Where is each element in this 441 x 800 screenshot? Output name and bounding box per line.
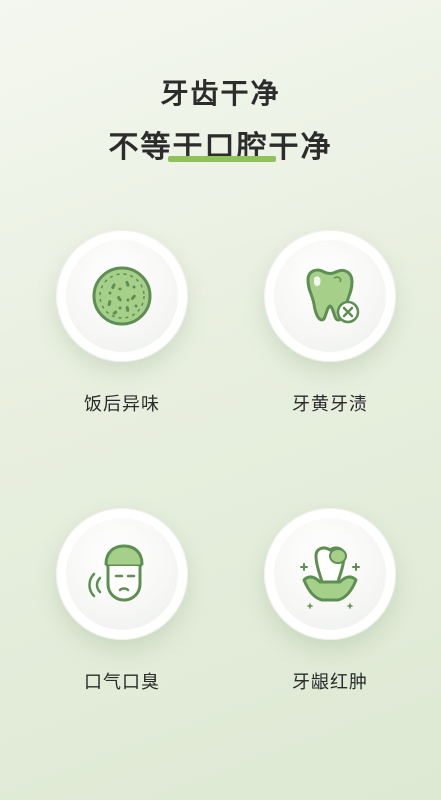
symptom-label: 牙龈红肿 xyxy=(292,672,368,693)
icon-circle xyxy=(264,508,396,640)
icon-circle xyxy=(264,230,396,362)
icon-circle xyxy=(56,230,188,362)
bad-breath-face-icon xyxy=(88,544,144,602)
symptom-label: 口气口臭 xyxy=(84,672,160,693)
symptom-label: 牙黄牙渍 xyxy=(292,394,368,415)
bacteria-icon xyxy=(92,266,152,326)
swollen-gum-tooth-icon xyxy=(300,546,360,609)
icon-circle xyxy=(56,508,188,640)
headline-line-1: 牙齿干净 xyxy=(160,77,281,110)
headline-underline xyxy=(168,156,276,162)
stained-tooth-icon xyxy=(306,268,360,324)
symptom-label: 饭后异味 xyxy=(84,394,160,415)
